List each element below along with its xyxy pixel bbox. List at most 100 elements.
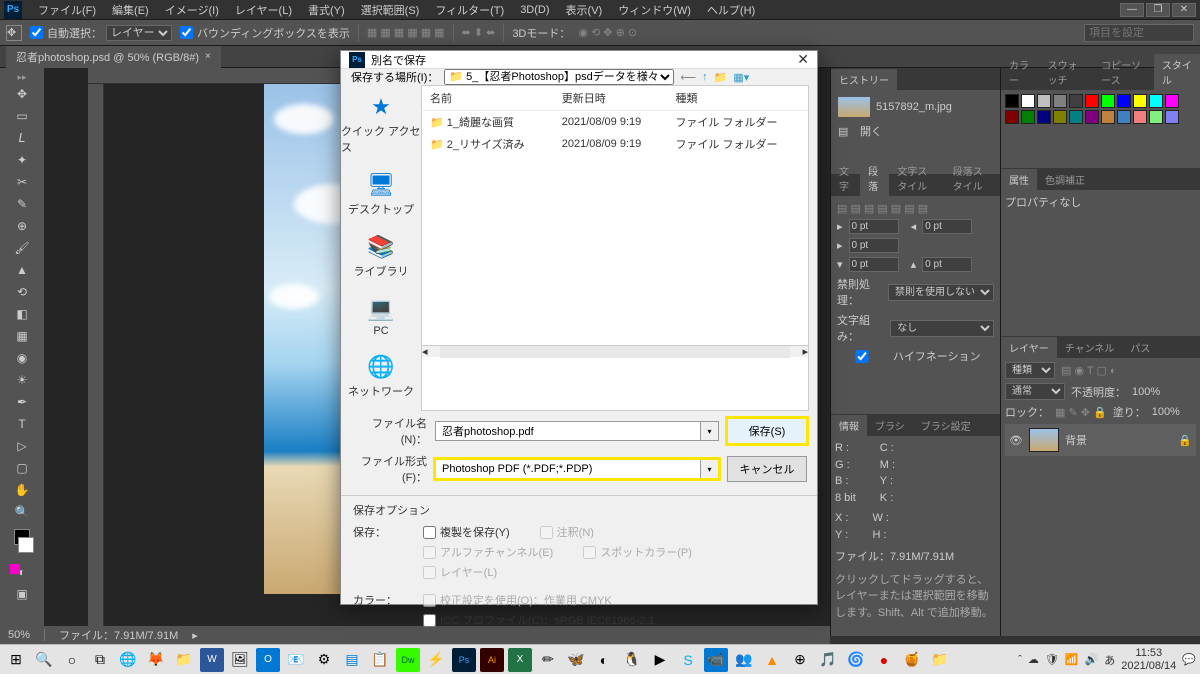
fill-value[interactable]: 100% — [1152, 406, 1180, 418]
swatch-item[interactable] — [1101, 94, 1115, 108]
sidebar-quickaccess[interactable]: ★クイック アクセス — [341, 93, 421, 155]
auto-select-dropdown[interactable]: レイヤー — [106, 25, 172, 41]
col-name[interactable]: 名前 — [422, 86, 554, 111]
app6-icon[interactable]: ⚡ — [424, 648, 448, 672]
sidebar-desktop[interactable]: 🖥デスクトップ — [348, 171, 414, 217]
menu-view[interactable]: 表示(V) — [558, 0, 611, 20]
dialog-close-button[interactable]: ✕ — [797, 51, 809, 68]
sidebar-network[interactable]: 🌐ネットワーク — [348, 353, 414, 399]
taskview-icon[interactable]: ⧉ — [88, 648, 112, 672]
tab-brush[interactable]: ブラシ — [867, 415, 913, 436]
tray-onedrive-icon[interactable]: ☁ — [1028, 653, 1039, 666]
tab-info[interactable]: 情報 — [831, 415, 867, 436]
tray-volume-icon[interactable]: 🔊 — [1085, 653, 1099, 666]
swatch-item[interactable] — [1069, 94, 1083, 108]
start-button[interactable]: ⊞ — [4, 648, 28, 672]
app17-icon[interactable]: 📁 — [928, 648, 952, 672]
indent-right-input[interactable] — [922, 219, 972, 234]
file-list[interactable]: 名前 更新日時 種類 📁 1_綺麗な画質2021/08/09 9:19ファイル … — [421, 85, 809, 411]
document-tab[interactable]: 忍者photoshop.psd @ 50% (RGB/8#) × — [6, 46, 221, 68]
lasso-tool[interactable]: 𝘓 — [11, 127, 33, 149]
cancel-button[interactable]: キャンセル — [727, 456, 807, 482]
teams-icon[interactable]: 👥 — [732, 648, 756, 672]
kumimoji-select[interactable]: なし — [890, 320, 994, 337]
app3-icon[interactable]: ⚙ — [312, 648, 336, 672]
document-tab-close-icon[interactable]: × — [205, 51, 211, 62]
record-icon[interactable]: ● — [872, 648, 896, 672]
menu-3d[interactable]: 3D(D) — [512, 2, 557, 18]
window-minimize-button[interactable]: — — [1120, 3, 1144, 17]
tray-notifications-icon[interactable]: 💬 — [1182, 653, 1196, 666]
tab-adjustments[interactable]: 色調補正 — [1037, 169, 1093, 190]
col-date[interactable]: 更新日時 — [554, 86, 668, 111]
format-select[interactable]: Photoshop PDF (*.PDF;*.PDP) — [435, 459, 701, 479]
type-tool[interactable]: T — [11, 413, 33, 435]
app14-icon[interactable]: 🎵 — [816, 648, 840, 672]
new-folder-icon[interactable]: 📁 — [714, 71, 728, 84]
format-dropdown-icon[interactable]: ▾ — [701, 459, 719, 479]
crop-tool[interactable]: ✂ — [11, 171, 33, 193]
tray-wifi-icon[interactable]: 📶 — [1065, 653, 1079, 666]
layer-background[interactable]: 👁 背景 🔒 — [1005, 424, 1196, 456]
dreamweaver-icon[interactable]: Dw — [396, 648, 420, 672]
menu-image[interactable]: イメージ(I) — [157, 0, 227, 20]
stamp-tool[interactable]: ▲ — [11, 259, 33, 281]
swatch-item[interactable] — [1053, 110, 1067, 124]
window-maximize-button[interactable]: ❐ — [1146, 3, 1170, 17]
tab-paths[interactable]: パス — [1122, 337, 1158, 358]
shape-tool[interactable]: ▢ — [11, 457, 33, 479]
tray-clock[interactable]: 11:53 2021/08/14 — [1121, 647, 1176, 671]
swatch-item[interactable] — [1149, 94, 1163, 108]
ruler-vertical[interactable] — [88, 84, 104, 636]
app5-icon[interactable]: 📋 — [368, 648, 392, 672]
swatch-item[interactable] — [1037, 94, 1051, 108]
tab-history[interactable]: ヒストリー — [831, 69, 897, 90]
opt-copy-checkbox[interactable] — [423, 526, 436, 539]
col-type[interactable]: 種類 — [667, 86, 808, 111]
hand-tool[interactable]: ✋ — [11, 479, 33, 501]
tab-color[interactable]: カラー — [1001, 54, 1040, 90]
history-brush-tool[interactable]: ⟲ — [11, 281, 33, 303]
window-close-button[interactable]: ✕ — [1172, 3, 1196, 17]
kinsoku-select[interactable]: 禁則を使用しない — [888, 284, 994, 301]
menu-layer[interactable]: レイヤー(L) — [227, 0, 300, 20]
pen-tool[interactable]: ✒ — [11, 391, 33, 413]
app16-icon[interactable]: 🍯 — [900, 648, 924, 672]
indent-left-input[interactable] — [849, 219, 899, 234]
brush-tool[interactable]: 🖌 — [11, 237, 33, 259]
tray-expand-icon[interactable]: ˆ — [1018, 654, 1022, 666]
tab-layers[interactable]: レイヤー — [1001, 337, 1057, 358]
blur-tool[interactable]: ◉ — [11, 347, 33, 369]
search-input[interactable] — [1084, 24, 1194, 42]
menu-window[interactable]: ウィンドウ(W) — [610, 0, 699, 20]
menu-filter[interactable]: フィルター(T) — [427, 0, 512, 20]
vlc-icon[interactable]: ▲ — [760, 648, 784, 672]
swatch-item[interactable] — [1037, 110, 1051, 124]
filename-input[interactable] — [435, 421, 701, 441]
word-icon[interactable]: W — [200, 648, 224, 672]
app2-icon[interactable]: 📧 — [284, 648, 308, 672]
sidebar-pc[interactable]: 💻PC — [365, 295, 397, 337]
gradient-tool[interactable]: ▦ — [11, 325, 33, 347]
filename-dropdown-icon[interactable]: ▾ — [701, 421, 719, 441]
history-step[interactable]: ▤ 開く — [835, 120, 996, 142]
cortana-icon[interactable]: ○ — [60, 648, 84, 672]
zoom-tool[interactable]: 🔍 — [11, 501, 33, 523]
tab-brushpreset[interactable]: ブラシ設定 — [913, 415, 979, 436]
space-after-input[interactable] — [922, 257, 972, 272]
tab-channels[interactable]: チャンネル — [1057, 337, 1123, 358]
tab-clonesource[interactable]: コピーソース — [1093, 54, 1154, 90]
opt-icc-checkbox[interactable] — [423, 614, 436, 627]
illustrator-icon[interactable]: Ai — [480, 648, 504, 672]
space-before-input[interactable] — [849, 257, 899, 272]
tray-security-icon[interactable]: 🛡 — [1045, 653, 1059, 666]
tab-styles[interactable]: スタイル — [1154, 54, 1200, 90]
app4-icon[interactable]: ▤ — [340, 648, 364, 672]
file-row[interactable]: 📁 2_リサイズ済み2021/08/09 9:19ファイル フォルダー — [422, 133, 808, 155]
auto-select-checkbox[interactable] — [30, 26, 43, 39]
explorer-icon[interactable]: 📁 — [172, 648, 196, 672]
menu-help[interactable]: ヘルプ(H) — [699, 0, 763, 20]
path-tool[interactable]: ▷ — [11, 435, 33, 457]
opacity-value[interactable]: 100% — [1132, 386, 1160, 398]
swatch-item[interactable] — [1133, 94, 1147, 108]
